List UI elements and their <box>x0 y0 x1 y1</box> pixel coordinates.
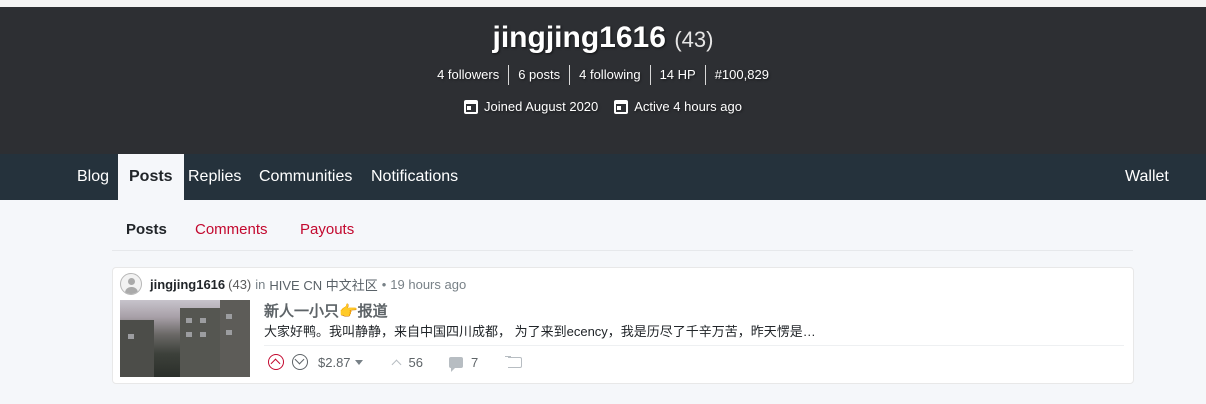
calendar-icon <box>464 99 479 114</box>
reblog-icon[interactable] <box>505 355 523 368</box>
content-area: Posts Comments Payouts jingjing1616 (43)… <box>0 200 1206 404</box>
payout-value: $2.87 <box>318 354 351 370</box>
joined-text: Joined August 2020 <box>484 99 599 114</box>
chevron-up-icon <box>391 359 401 369</box>
tab-replies[interactable]: Replies <box>177 154 252 200</box>
profile-username[interactable]: jingjing1616 <box>493 21 666 54</box>
profile-header: jingjing1616 (43) 4 followers 6 posts 4 … <box>0 7 1206 154</box>
post-card: jingjing1616 (43) in HIVE CN 中文社区 • 19 h… <box>112 267 1134 384</box>
votes-count: 56 <box>408 354 424 370</box>
upvote-icon[interactable] <box>268 354 284 370</box>
followers-link[interactable]: 4 followers <box>428 65 508 85</box>
active-info: Active 4 hours ago <box>614 99 742 114</box>
thumb-window <box>226 314 232 319</box>
tab-wallet[interactable]: Wallet <box>1114 154 1180 200</box>
downvote-icon[interactable] <box>292 354 308 370</box>
thumb-building <box>120 320 154 377</box>
post-time[interactable]: 19 hours ago <box>390 277 466 292</box>
joined-info: Joined August 2020 <box>464 99 598 114</box>
profile-nav: Blog Posts Replies Communities Notificat… <box>0 154 1206 200</box>
divider <box>264 345 1124 346</box>
votes-button[interactable]: 56 <box>389 355 423 370</box>
post-community[interactable]: HIVE CN 中文社区 <box>269 275 377 294</box>
thumb-window <box>200 332 206 337</box>
profile-reputation: (43) <box>674 27 714 52</box>
rank-stat[interactable]: #100,829 <box>704 65 778 85</box>
tab-blog[interactable]: Blog <box>66 154 120 200</box>
post-author-reputation: (43) <box>228 276 252 292</box>
thumb-window <box>186 332 192 337</box>
post-author[interactable]: jingjing1616 <box>150 277 225 292</box>
post-actions: $2.87 56 7 <box>268 352 523 372</box>
comments-button[interactable]: 7 <box>449 354 479 372</box>
thumb-window <box>200 318 206 323</box>
meta-separator: • <box>381 276 387 292</box>
comments-count: 7 <box>471 354 479 370</box>
hive-power-stat[interactable]: 14 HP <box>649 65 705 85</box>
thumb-window <box>128 334 134 339</box>
post-in-label: in <box>255 276 266 292</box>
sub-tabs: Posts Comments Payouts <box>112 218 1133 251</box>
caret-down-icon <box>354 359 363 365</box>
active-text: Active 4 hours ago <box>634 99 742 114</box>
tab-notifications[interactable]: Notifications <box>360 154 469 200</box>
posts-count-link[interactable]: 6 posts <box>508 65 569 85</box>
post-excerpt[interactable]: 大家好鸭。我叫静静，来自中国四川成都， 为了来到ecency，我是历尽了千辛万苦… <box>264 321 816 340</box>
sub-tab-posts[interactable]: Posts <box>126 221 167 238</box>
comments-icon <box>449 356 464 372</box>
profile-info: Joined August 2020 Active 4 hours ago <box>0 99 1206 114</box>
profile-stats: 4 followers 6 posts 4 following 14 HP #1… <box>0 65 1206 85</box>
avatar[interactable] <box>120 273 142 295</box>
thumb-building <box>220 300 250 377</box>
thumb-window <box>226 330 232 335</box>
top-strip <box>0 0 1206 7</box>
sub-tab-payouts[interactable]: Payouts <box>300 221 354 238</box>
tab-communities[interactable]: Communities <box>248 154 363 200</box>
calendar-icon <box>614 99 629 114</box>
sub-tab-comments[interactable]: Comments <box>195 221 268 238</box>
post-meta: jingjing1616 (43) in HIVE CN 中文社区 • 19 h… <box>120 273 466 295</box>
payout-button[interactable]: $2.87 <box>318 355 363 370</box>
profile-name-row: jingjing1616 (43) <box>0 21 1206 55</box>
following-link[interactable]: 4 following <box>569 65 649 85</box>
post-thumbnail[interactable] <box>120 300 250 377</box>
post-title[interactable]: 新人一小只👉报道 <box>264 300 388 321</box>
thumb-window <box>186 318 192 323</box>
tab-posts[interactable]: Posts <box>118 154 184 200</box>
